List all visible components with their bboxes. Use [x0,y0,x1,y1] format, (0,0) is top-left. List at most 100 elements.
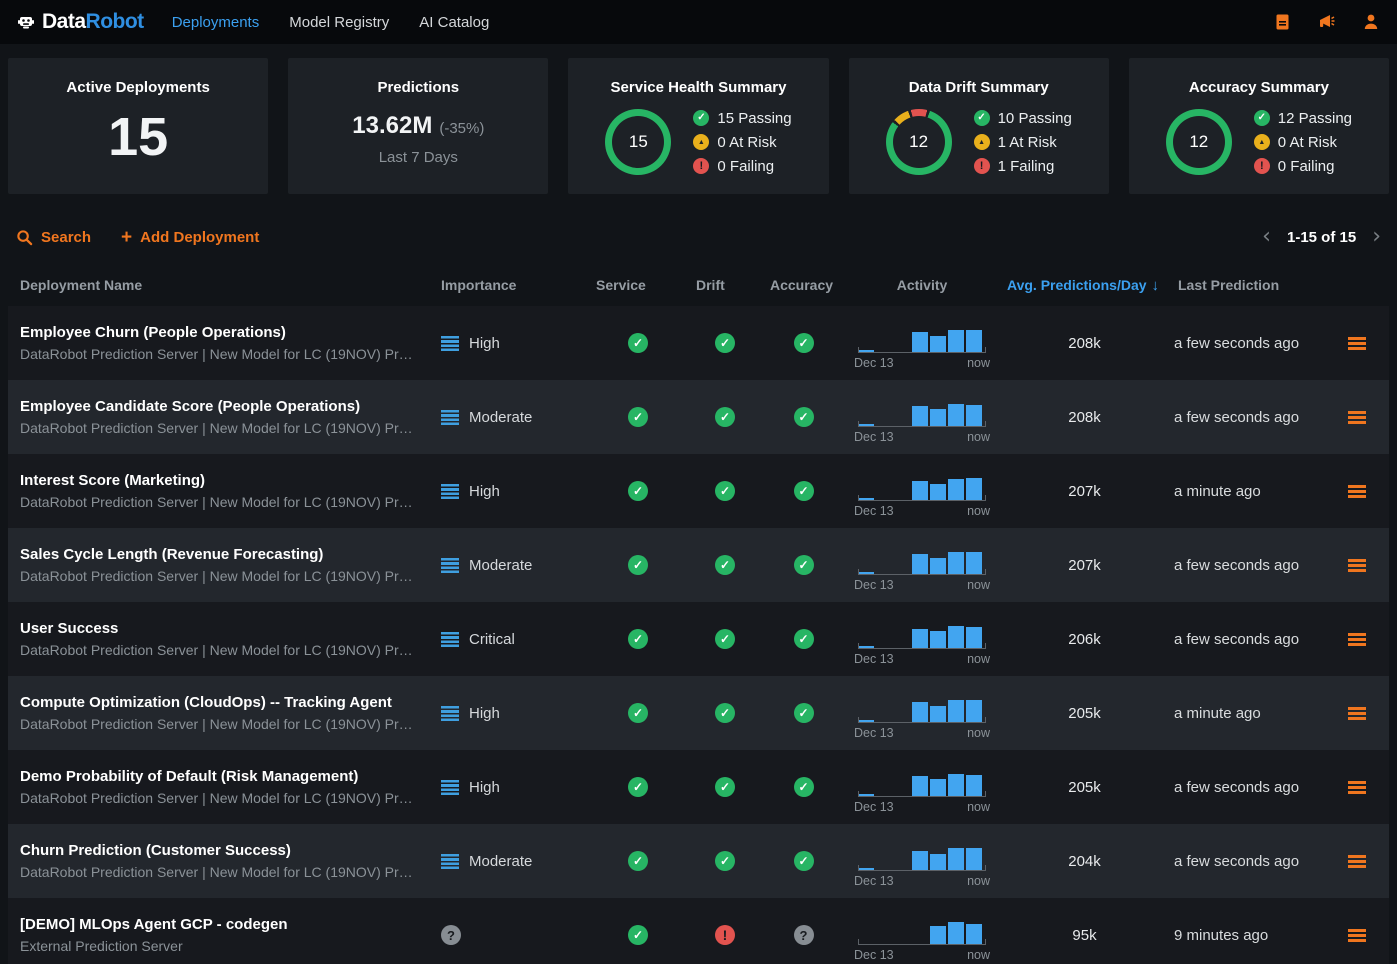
passing-status-icon: ✓ [628,333,648,353]
column-header-service[interactable]: Service [588,277,688,293]
search-button[interactable]: Search [16,229,91,246]
nav-item-deployments[interactable]: Deployments [172,14,260,31]
row-menu-button[interactable] [1348,337,1366,350]
summary-card-data-drift: Data Drift Summary12✓10 Passing▲1 At Ris… [849,58,1109,194]
column-header-label: Avg. Predictions/Day [1007,277,1147,293]
service-status-cell: ✓ [588,629,688,649]
add-deployment-button[interactable]: + Add Deployment [121,228,259,247]
column-header-last-prediction[interactable]: Last Prediction [1170,277,1325,293]
deployment-name: Employee Churn (People Operations) [20,324,433,341]
drift-status-cell: ✓ [688,333,762,353]
activity-bar [948,774,964,796]
table-row[interactable]: [DEMO] MLOps Agent GCP - codegenExternal… [8,898,1389,964]
row-menu-button[interactable] [1348,485,1366,498]
service-status-cell: ✓ [588,851,688,871]
table-row[interactable]: Sales Cycle Length (Revenue Forecasting)… [8,528,1389,602]
announcements-icon[interactable] [1317,12,1337,32]
avg-predictions-cell: 204k [999,853,1170,870]
pagination-prev-icon[interactable]: ‹ [1262,226,1271,248]
activity-bar [930,336,946,352]
activity-axis: Dec 13now [854,948,990,962]
card-title: Data Drift Summary [849,79,1109,96]
row-menu-button[interactable] [1348,633,1366,646]
nav-item-model-registry[interactable]: Model Registry [289,14,389,31]
accuracy-status-cell: ✓ [762,481,845,501]
nav-item-ai-catalog[interactable]: AI Catalog [419,14,489,31]
accuracy-status-cell: ✓ [762,333,845,353]
axis-end-label: now [967,874,990,888]
table-row[interactable]: Employee Churn (People Operations)DataRo… [8,306,1389,380]
service-status-cell: ✓ [588,777,688,797]
table-body: Employee Churn (People Operations)DataRo… [8,306,1389,964]
robot-logo-icon [16,12,36,32]
importance-bars-icon [441,558,459,573]
importance-label: Moderate [469,853,532,870]
summary-card-accuracy: Accuracy Summary12✓12 Passing▲0 At Risk!… [1129,58,1389,194]
card-title: Service Health Summary [568,79,828,96]
activity-axis: Dec 13now [854,726,990,740]
column-header-activity[interactable]: Activity [845,277,999,293]
activity-bar [930,854,946,870]
row-menu-button[interactable] [1348,929,1366,942]
table-row[interactable]: Employee Candidate Score (People Operati… [8,380,1389,454]
column-header-avg-predictions-day[interactable]: Avg. Predictions/Day ↓ [999,277,1170,294]
passing-status-icon: ✓ [794,703,814,723]
datarobot-logo[interactable]: DataRobot [16,10,144,34]
importance-cell: High [433,705,588,722]
failing-status-icon: ! [1254,158,1270,174]
table-row[interactable]: Interest Score (Marketing)DataRobot Pred… [8,454,1389,528]
legend-item: ▲1 At Risk [974,134,1072,151]
table-row[interactable]: Demo Probability of Default (Risk Manage… [8,750,1389,824]
row-menu-button[interactable] [1348,411,1366,424]
nav-actions [1273,12,1381,32]
column-header-drift[interactable]: Drift [688,277,762,293]
last-prediction-cell: 9 minutes ago [1170,927,1325,944]
activity-bar [858,498,874,500]
activity-cell: Dec 13now [845,454,999,528]
docs-icon[interactable] [1273,12,1293,32]
deployment-name-cell: Compute Optimization (CloudOps) -- Track… [8,694,433,732]
column-header-accuracy[interactable]: Accuracy [762,277,845,293]
user-profile-icon[interactable] [1361,12,1381,32]
importance-bars-icon [441,410,459,425]
pagination-next-icon[interactable]: › [1372,226,1381,248]
column-header-deployment-name[interactable]: Deployment Name [8,277,433,293]
row-menu-button[interactable] [1348,559,1366,572]
passing-status-icon: ✓ [628,481,648,501]
table-row[interactable]: Churn Prediction (Customer Success)DataR… [8,824,1389,898]
activity-chart [858,551,986,575]
row-menu-button[interactable] [1348,781,1366,794]
activity-bar [858,646,874,648]
importance-cell: Moderate [433,557,588,574]
deployment-name: Compute Optimization (CloudOps) -- Track… [20,694,433,711]
importance-bars-icon [441,706,459,721]
deployment-name: Demo Probability of Default (Risk Manage… [20,768,433,785]
table-row[interactable]: Compute Optimization (CloudOps) -- Track… [8,676,1389,750]
activity-cell: Dec 13now [845,824,999,898]
summary-card-service-health: Service Health Summary15✓15 Passing▲0 At… [568,58,828,194]
legend-item: !0 Failing [693,158,791,175]
drift-status-cell: ✓ [688,703,762,723]
row-menu-button[interactable] [1348,855,1366,868]
actions-cell [1325,855,1389,868]
card-title: Active Deployments [8,79,268,96]
activity-axis: Dec 13now [854,430,990,444]
deployment-name-cell: Sales Cycle Length (Revenue Forecasting)… [8,546,433,584]
drift-status-cell: ✓ [688,851,762,871]
actions-cell [1325,559,1389,572]
activity-bar [966,478,982,500]
activity-axis: Dec 13now [854,800,990,814]
activity-bar [930,558,946,574]
importance-label: High [469,335,500,352]
axis-end-label: now [967,652,990,666]
column-header-importance[interactable]: Importance [433,277,588,293]
row-menu-button[interactable] [1348,707,1366,720]
table-row[interactable]: User SuccessDataRobot Prediction Server … [8,602,1389,676]
avg-predictions-cell: 207k [999,557,1170,574]
activity-bar [930,926,946,944]
activity-bar [966,775,982,796]
passing-status-icon: ✓ [628,629,648,649]
sort-desc-icon: ↓ [1152,277,1160,294]
deployment-name-cell: Demo Probability of Default (Risk Manage… [8,768,433,806]
importance-label: Moderate [469,409,532,426]
